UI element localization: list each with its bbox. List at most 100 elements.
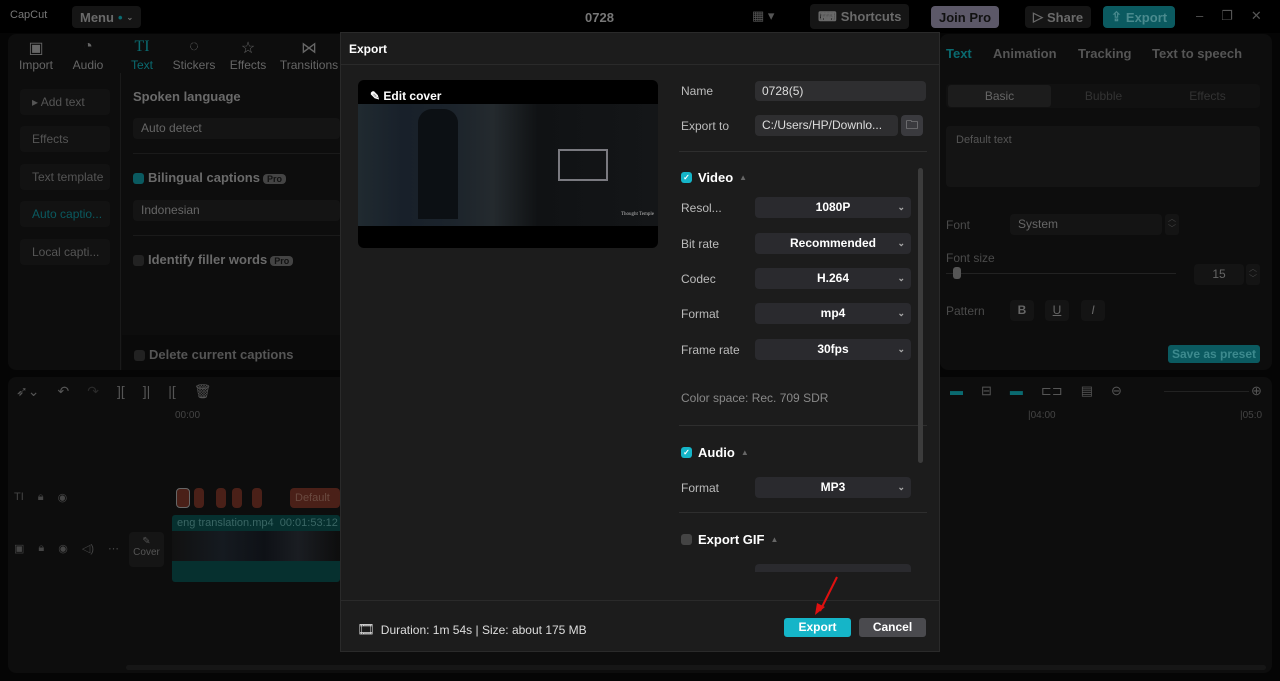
- caption-clip[interactable]: [194, 488, 204, 508]
- split-left-icon[interactable]: ]|: [143, 383, 151, 400]
- underline-button[interactable]: U: [1045, 300, 1069, 321]
- effects-icon: ☆: [240, 40, 256, 57]
- select-tool-icon[interactable]: ➶⌄: [16, 383, 39, 400]
- cancel-button[interactable]: Cancel: [859, 618, 926, 637]
- zoom-in-icon[interactable]: ⊕: [1251, 383, 1262, 399]
- edit-cover-button[interactable]: ✎ Edit cover: [370, 89, 441, 103]
- bilingual-language-select[interactable]: Indonesian: [133, 200, 340, 221]
- bilingual-captions-checkbox[interactable]: Bilingual captions Pro: [133, 170, 286, 185]
- tab-stickers[interactable]: ◌ Stickers: [166, 38, 222, 72]
- timeline-scrollbar[interactable]: [126, 665, 1266, 670]
- caption-clip-default[interactable]: Default: [290, 488, 340, 508]
- chevron-down-icon: ⌄: [897, 482, 905, 492]
- delete-captions-checkbox[interactable]: Delete current captions: [134, 347, 294, 362]
- lock-icon[interactable]: 🔒︎: [38, 491, 44, 504]
- name-input[interactable]: 0728(5): [755, 81, 926, 101]
- join-pro-button[interactable]: Join Pro: [931, 6, 1000, 28]
- font-size-label: Font size: [946, 251, 995, 265]
- font-select[interactable]: System: [1010, 214, 1162, 235]
- video-track-icon: ▣: [14, 543, 25, 555]
- more-icon[interactable]: ⋯: [108, 542, 119, 555]
- video-section-toggle[interactable]: ✓ Video ▲: [681, 170, 747, 185]
- text-content-input[interactable]: Default text: [946, 126, 1260, 187]
- spoken-language-select[interactable]: Auto detect: [133, 118, 340, 139]
- caption-clip[interactable]: [252, 488, 262, 508]
- font-size-stepper-icon[interactable]: ︿ ﹀: [1246, 264, 1260, 285]
- split-right-icon[interactable]: |[: [168, 383, 176, 400]
- volume-icon[interactable]: ◁): [82, 542, 94, 555]
- bold-button[interactable]: B: [1010, 300, 1034, 321]
- resolution-select[interactable]: 1080P ⌄: [755, 197, 911, 218]
- tab-tracking[interactable]: Tracking: [1078, 46, 1131, 61]
- folder-icon[interactable]: 🗀: [901, 115, 923, 136]
- capcut-logo: CapCut: [10, 9, 48, 21]
- caption-clip[interactable]: [232, 488, 242, 508]
- format-select[interactable]: mp4 ⌄: [755, 303, 911, 324]
- undo-icon[interactable]: ↶: [57, 383, 69, 400]
- tab-text[interactable]: TI Text: [114, 38, 170, 72]
- video-clip[interactable]: eng translation.mp4 00:01:53:12: [172, 515, 340, 582]
- filler-words-checkbox[interactable]: Identify filler words Pro: [133, 252, 294, 267]
- zoom-slider[interactable]: [1164, 391, 1249, 392]
- zoom-out-icon[interactable]: ⊖: [1111, 383, 1122, 399]
- tab-label: Import: [18, 58, 53, 72]
- export-path-input[interactable]: C:/Users/HP/Downlo...: [755, 115, 898, 136]
- save-as-preset-button[interactable]: Save as preset: [1168, 345, 1260, 363]
- gif-resolution-select[interactable]: [755, 564, 911, 572]
- sidebar-item-local-captions[interactable]: Local capti...: [20, 239, 110, 265]
- caption-clip[interactable]: [176, 488, 190, 508]
- framerate-select[interactable]: 30fps ⌄: [755, 339, 911, 360]
- layout-icon[interactable]: ▦ ▾: [752, 8, 774, 24]
- audio-format-select[interactable]: MP3 ⌄: [755, 477, 911, 498]
- audio-section-toggle[interactable]: ✓ Audio ▲: [681, 445, 749, 460]
- shortcuts-button[interactable]: ⌨ Shortcuts: [810, 4, 910, 29]
- tab-transitions[interactable]: ⋈ Transitions: [278, 38, 340, 72]
- sidebar-item-auto-captions[interactable]: Auto captio...: [20, 201, 110, 227]
- tab-import[interactable]: ▣ Import: [8, 38, 64, 72]
- export-gif-toggle[interactable]: Export GIF ▲: [681, 532, 778, 547]
- preview-icon[interactable]: ▤: [1081, 383, 1093, 399]
- slider-handle[interactable]: [953, 267, 961, 279]
- eye-icon[interactable]: ◉: [58, 491, 68, 504]
- sidebar-item-text-template[interactable]: Text template: [20, 164, 110, 190]
- magnet-icon[interactable]: ▬: [950, 383, 963, 399]
- window-controls[interactable]: –❐✕: [1196, 8, 1280, 24]
- sidebar-item-effects[interactable]: Effects: [20, 126, 110, 152]
- tab-effects[interactable]: ☆ Effects: [220, 38, 276, 72]
- subtab-effects[interactable]: Effects: [1156, 85, 1259, 107]
- caption-clip[interactable]: [216, 488, 226, 508]
- font-stepper-icon[interactable]: ︿ ﹀: [1165, 214, 1179, 235]
- name-label: Name: [681, 84, 714, 98]
- share-button[interactable]: ▷ Share: [1025, 6, 1092, 28]
- export-button[interactable]: Export: [784, 618, 851, 637]
- delete-icon[interactable]: 🗑: [194, 383, 212, 400]
- tab-text-props[interactable]: Text: [946, 46, 972, 61]
- snap-icon[interactable]: ⊟: [981, 383, 992, 399]
- lock-icon[interactable]: 🔒︎: [38, 542, 44, 555]
- edit-cover-label: Edit cover: [383, 89, 442, 103]
- tab-animation[interactable]: Animation: [993, 46, 1057, 61]
- split-icon[interactable]: ][: [117, 383, 125, 400]
- tab-text-to-speech[interactable]: Text to speech: [1152, 46, 1242, 61]
- italic-button[interactable]: I: [1081, 300, 1105, 321]
- redo-icon[interactable]: ↷: [87, 383, 99, 400]
- subtab-bubble[interactable]: Bubble: [1052, 85, 1155, 107]
- link-icon[interactable]: ▬: [1010, 383, 1023, 399]
- tab-audio[interactable]: ◔ Audio: [60, 38, 116, 72]
- menu-button[interactable]: Menu • ⌄: [72, 6, 142, 28]
- sidebar-item-add-text[interactable]: ▸ Add text: [20, 89, 110, 115]
- bitrate-select[interactable]: Recommended ⌄: [755, 233, 911, 254]
- eye-icon[interactable]: ◉: [58, 542, 68, 555]
- font-size-input[interactable]: 15: [1194, 264, 1244, 285]
- cover-button[interactable]: ✎ Cover: [129, 532, 164, 567]
- time-ruler-0: 00:00: [175, 410, 201, 421]
- share-label: Share: [1047, 9, 1084, 25]
- subtab-basic[interactable]: Basic: [948, 85, 1051, 107]
- settings-scrollbar[interactable]: [918, 168, 923, 463]
- export-top-button[interactable]: ⇪ Export: [1103, 6, 1176, 28]
- codec-select[interactable]: H.264 ⌄: [755, 268, 911, 289]
- align-icon[interactable]: ⊏⊐: [1041, 383, 1063, 399]
- font-size-slider[interactable]: [946, 273, 1176, 274]
- video-label: Video: [698, 170, 734, 185]
- cover-label: Cover: [133, 547, 160, 558]
